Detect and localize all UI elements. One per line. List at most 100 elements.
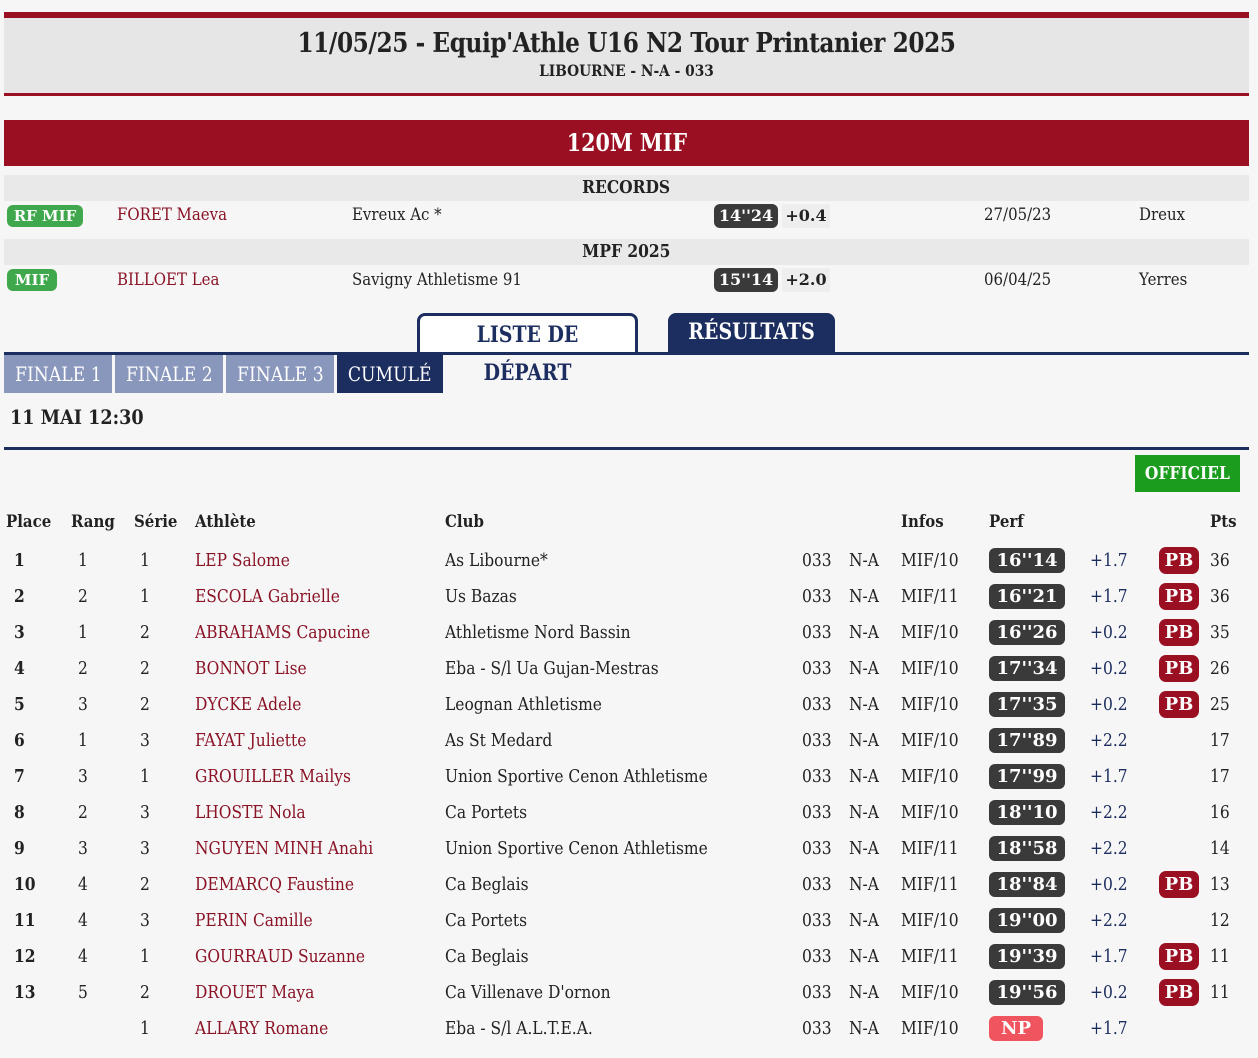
official-status-badge: OFFICIEL <box>1135 455 1240 492</box>
cell-serie: 3 <box>140 838 150 859</box>
cell-athlete[interactable]: DROUET Maya <box>195 975 334 1011</box>
cell-place: 8 <box>14 802 25 823</box>
cell-place: 3 <box>14 622 25 643</box>
tab-results[interactable]: RÉSULTATS <box>668 313 835 353</box>
cell-region: N-A <box>849 622 879 643</box>
pb-badge: PB <box>1159 651 1199 687</box>
record-date: 27/05/23 <box>984 205 1052 225</box>
cell-athlete[interactable]: NGUYEN MINH Anahi <box>195 831 402 867</box>
season-best-title-text: MPF 2025 <box>582 241 671 262</box>
cell-serie: 2 <box>140 874 150 895</box>
cell-points: 11 <box>1210 946 1230 967</box>
cell-serie: 1 <box>140 550 150 571</box>
table-row[interactable]: 5 3 2 DYCKE Adele Leognan Athletisme 033 N-A MI… <box>0 687 1258 723</box>
season-best-athlete[interactable]: BILLOET Lea <box>117 266 233 294</box>
record-athlete[interactable]: FORET Maeva <box>117 201 242 229</box>
cell-athlete[interactable]: LEP Salome <box>195 543 305 579</box>
cell-club: As St Medard <box>445 730 553 751</box>
subtab-finale-3[interactable]: FINALE 3 <box>226 355 334 393</box>
table-row[interactable]: 11 4 3 PERIN Camille Ca Portets 033 N-A MIF/10 1… <box>0 903 1258 939</box>
tab-start-list[interactable]: LISTE DE DÉPART <box>417 313 638 386</box>
cell-place: 6 <box>14 730 25 751</box>
cell-wind: +2.2 <box>1090 802 1128 823</box>
cell-points: 36 <box>1210 550 1230 571</box>
table-row[interactable]: 8 2 3 LHOSTE Nola Ca Portets 033 N-A MIF/10 18''… <box>0 795 1258 831</box>
subtab-cumule[interactable]: CUMULÉ <box>337 355 443 393</box>
cell-athlete[interactable]: ESCOLA Gabrielle <box>195 579 364 615</box>
col-header-perf: Perf <box>989 512 1024 532</box>
cell-athlete[interactable]: DEMARCQ Faustine <box>195 867 380 903</box>
table-row[interactable]: 1 1 1 LEP Salome As Libourne* 033 N-A MIF/10 16'… <box>0 543 1258 579</box>
cell-serie: 2 <box>140 694 150 715</box>
cell-club: Ca Portets <box>445 910 528 931</box>
cell-points: 17 <box>1210 730 1230 751</box>
cell-points: 26 <box>1210 658 1230 679</box>
cell-athlete[interactable]: PERIN Camille <box>195 903 332 939</box>
cell-points: 14 <box>1210 838 1230 859</box>
cell-department: 033 <box>802 622 832 643</box>
cell-perf: 18''10 <box>989 795 1065 831</box>
cell-athlete[interactable]: BONNOT Lise <box>195 651 325 687</box>
meeting-subtitle: LIBOURNE - N-A - 033 <box>539 61 714 80</box>
table-row[interactable]: 2 2 1 ESCOLA Gabrielle Us Bazas 033 N-A MIF/11 1… <box>0 579 1258 615</box>
cell-points: 17 <box>1210 766 1230 787</box>
season-best-badge: MIF <box>7 269 57 291</box>
cell-department: 033 <box>802 658 832 679</box>
cell-category: MIF/10 <box>901 658 959 679</box>
cell-athlete[interactable]: LHOSTE Nola <box>195 795 324 831</box>
cell-athlete[interactable]: GROUILLER Mailys <box>195 759 376 795</box>
cell-region: N-A <box>849 658 879 679</box>
table-row[interactable]: 10 4 2 DEMARCQ Faustine Ca Beglais 033 N-A MIF/… <box>0 867 1258 903</box>
cell-department: 033 <box>802 550 832 571</box>
table-row[interactable]: 4 2 2 BONNOT Lise Eba - S/l Ua Gujan-Mestras… <box>0 651 1258 687</box>
cell-club: Eba - S/l Ua Gujan-Mestras <box>445 658 659 679</box>
table-row[interactable]: 6 1 3 FAYAT Juliette As St Medard 033 N-A MIF/1… <box>0 723 1258 759</box>
cell-points: 16 <box>1210 802 1230 823</box>
cell-wind: +0.2 <box>1090 694 1128 715</box>
cell-athlete[interactable]: FAYAT Juliette <box>195 723 325 759</box>
cell-wind: +2.2 <box>1090 730 1128 751</box>
table-row[interactable]: 13 5 2 DROUET Maya Ca Villenave D'ornon 033 N-… <box>0 975 1258 1011</box>
cell-category: MIF/10 <box>901 730 959 751</box>
record-wind: +0.4 <box>782 204 830 228</box>
meeting-title: 11/05/25 - Equip'Athle U16 N2 Tour Print… <box>297 28 956 59</box>
cell-club: Leognan Athletisme <box>445 694 602 715</box>
cell-place: 10 <box>14 874 36 895</box>
cell-athlete[interactable]: GOURRAUD Suzanne <box>195 939 393 975</box>
table-row[interactable]: 12 4 1 GOURRAUD Suzanne Ca Beglais 033 N-A MIF/… <box>0 939 1258 975</box>
cell-rang: 5 <box>78 982 88 1003</box>
subtab-finale-1[interactable]: FINALE 1 <box>4 355 112 393</box>
cell-wind: +1.7 <box>1090 586 1128 607</box>
cell-wind: +1.7 <box>1090 946 1128 967</box>
cell-place: 13 <box>14 982 36 1003</box>
cell-athlete[interactable]: ABRAHAMS Capucine <box>195 615 399 651</box>
season-best-wind: +2.0 <box>782 268 830 292</box>
cell-rang: 4 <box>78 946 88 967</box>
cell-points: 36 <box>1210 586 1230 607</box>
record-place: Dreux <box>1139 205 1186 225</box>
season-best-perf: 15''14 <box>714 268 778 292</box>
cell-department: 033 <box>802 802 832 823</box>
table-row[interactable]: 7 3 1 GROUILLER Mailys Union Sportive Cenon … <box>0 759 1258 795</box>
season-best-club: Savigny Athletisme 91 <box>352 270 522 290</box>
cell-department: 033 <box>802 874 832 895</box>
cell-perf: 16''14 <box>989 543 1065 579</box>
cell-department: 033 <box>802 838 832 859</box>
table-row[interactable]: 1 ALLARY Romane Eba - S/l A.L.T.E.A. 033 N-A… <box>0 1011 1258 1047</box>
cell-wind: +0.2 <box>1090 622 1128 643</box>
cell-department: 033 <box>802 694 832 715</box>
cell-athlete[interactable]: DYCKE Adele <box>195 687 319 723</box>
cell-serie: 3 <box>140 802 150 823</box>
table-row[interactable]: 9 3 3 NGUYEN MINH Anahi Union Sportive Cenon… <box>0 831 1258 867</box>
cell-serie: 1 <box>140 946 150 967</box>
meeting-header: 11/05/25 - Equip'Athle U16 N2 Tour Print… <box>4 12 1249 96</box>
cell-rang: 4 <box>78 874 88 895</box>
cell-perf: 18''58 <box>989 831 1065 867</box>
table-row[interactable]: 3 1 2 ABRAHAMS Capucine Athletisme Nord Bass… <box>0 615 1258 651</box>
cell-place: 12 <box>14 946 36 967</box>
cell-region: N-A <box>849 910 879 931</box>
cell-wind: +1.7 <box>1090 766 1128 787</box>
subtab-finale-2[interactable]: FINALE 2 <box>115 355 223 393</box>
col-header-place: Place <box>6 512 52 532</box>
cell-athlete[interactable]: ALLARY Romane <box>195 1011 350 1047</box>
